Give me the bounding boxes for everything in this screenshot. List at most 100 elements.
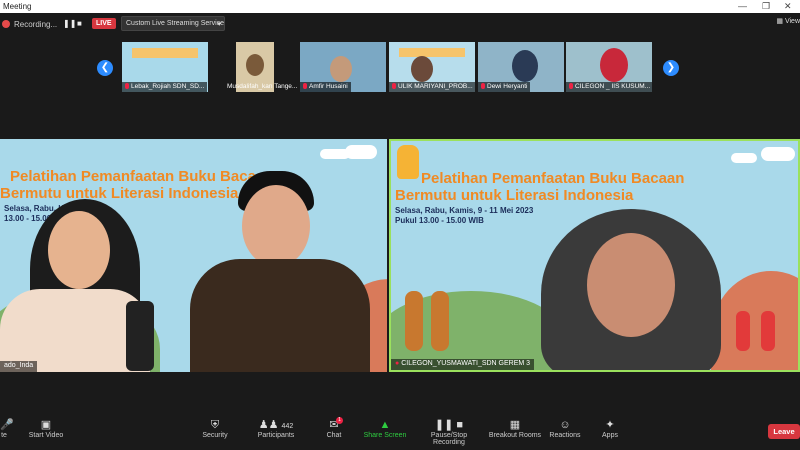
banner-title-line2: Bermutu untuk Literasi Indonesia <box>0 185 239 202</box>
person-shirt <box>190 259 370 372</box>
person-head <box>330 56 352 82</box>
toolbar-label: Start Video <box>28 432 64 439</box>
child-illustration <box>405 291 423 351</box>
leave-button[interactable]: Leave <box>768 424 800 439</box>
thumb-name: Musdalifah_kan Tange... <box>224 82 300 92</box>
pause-stop-icon: ❚❚ ■ <box>434 419 464 431</box>
thumb-banner <box>399 48 465 57</box>
participants-count: 442 <box>281 423 294 430</box>
stream-service-value: Custom Live Streaming Service <box>126 20 225 27</box>
person-head <box>512 50 538 82</box>
banner-title-line2: Bermutu untuk Literasi Indonesia <box>395 187 634 204</box>
recording-indicator: Recording... <box>0 17 57 31</box>
apps-button[interactable]: ✦ Apps <box>598 418 622 439</box>
person-head <box>600 48 628 82</box>
unmute-button[interactable]: 🎤 te <box>0 418 14 439</box>
reactions-button[interactable]: ☺ Reactions <box>548 418 582 439</box>
maximize-icon[interactable]: ❐ <box>762 1 770 12</box>
participant-thumbnail[interactable]: ULIK MARIYANI_PROB... <box>389 42 475 92</box>
cloud-decoration <box>731 153 757 163</box>
thumb-name: Dewi Heryanti <box>478 82 531 92</box>
recording-bar: Recording... ❚❚ ■ <box>0 15 800 33</box>
thumb-name-text: Dewi Heryanti <box>487 83 528 90</box>
participant-name-text: ado_Inda <box>4 362 34 369</box>
chevron-right-icon: ❯ <box>666 62 676 73</box>
child-illustration <box>761 311 775 351</box>
thumb-name: Lebak_Rojiah SDN_SD... <box>122 82 208 92</box>
thumb-banner <box>132 48 198 58</box>
participants-icon: ♟♟ 442 <box>258 419 294 431</box>
prev-page-button[interactable]: ❮ <box>97 60 113 76</box>
stream-service-select[interactable]: Custom Live Streaming Service ▾ <box>121 16 225 31</box>
person-face <box>242 185 310 267</box>
recording-status: Recording... <box>14 19 58 29</box>
security-button[interactable]: ⛨ Security <box>198 418 232 439</box>
share-screen-icon: ▲ <box>379 419 391 431</box>
participant-thumbnail[interactable]: CILEGON _ IIS KUSUM... <box>566 42 652 92</box>
breakout-rooms-button[interactable]: ▦ Breakout Rooms <box>488 418 542 439</box>
mic-muted-icon <box>303 83 307 89</box>
thumb-name: CILEGON _ IIS KUSUM... <box>566 82 652 92</box>
person-head <box>246 54 264 76</box>
thumb-name-text: ULIK MARIYANI_PROB... <box>398 83 473 90</box>
banner-title-line1: Pelatihan Pemanfaatan Buku Bacaan <box>421 170 685 187</box>
window-titlebar: Meeting — ❐ ✕ <box>0 0 800 13</box>
apps-icon: ✦ <box>605 419 615 431</box>
participant-name-label: ado_Inda <box>0 361 38 372</box>
shield-icon: ⛨ <box>210 419 220 431</box>
pause-stop-recording-button[interactable]: ❚❚ ■ Pause/Stop Recording <box>414 418 484 446</box>
video-off-icon: ▣ <box>40 419 52 431</box>
toolbar-label: Chat <box>326 432 342 439</box>
chevron-down-icon: ▾ <box>217 21 221 28</box>
toolbar-label: Pause/Stop Recording <box>430 432 468 446</box>
child-illustration <box>431 291 449 351</box>
video-tile-left[interactable]: Pelatihan Pemanfaatan Buku Bacaan Bermut… <box>0 139 387 372</box>
next-page-button[interactable]: ❯ <box>663 60 679 76</box>
toolbar-label: Share Screen <box>363 432 407 439</box>
chevron-left-icon: ❮ <box>100 62 110 73</box>
mic-muted-icon <box>569 83 573 89</box>
close-icon[interactable]: ✕ <box>784 1 792 12</box>
chat-badge: 1 <box>336 417 343 424</box>
smiley-icon: ☺ <box>559 419 571 431</box>
view-label: View <box>784 18 800 25</box>
breakout-rooms-icon: ▦ <box>509 419 521 431</box>
start-video-button[interactable]: ▣ Start Video <box>26 418 66 439</box>
window-title: Meeting <box>3 2 32 11</box>
hand-icon <box>397 145 419 179</box>
toolbar-label: Security <box>202 432 228 439</box>
mic-muted-icon <box>481 83 485 89</box>
toolbar-label: Apps <box>602 432 618 439</box>
thumb-name-text: Musdalifah_kan Tange... <box>227 83 298 90</box>
participant-name-label: ● CILEGON_YUSMAWATI_SDN GEREM 3 <box>391 359 535 370</box>
thumb-name-text: Lebak_Rojiah SDN_SD... <box>131 83 205 90</box>
video-tile-right-active-speaker[interactable]: Pelatihan Pemanfaatan Buku Bacaan Bermut… <box>389 139 800 372</box>
banner-time: Pukul 13.00 - 15.00 WIB <box>395 216 484 225</box>
banner-title-line1: Pelatihan Pemanfaatan Buku Bacaan <box>10 168 274 185</box>
view-button[interactable]: ▦ View <box>776 17 800 25</box>
participants-button[interactable]: ♟♟ 442 Participants <box>252 418 300 439</box>
person-face <box>587 233 675 337</box>
person-face <box>48 211 110 289</box>
participant-name-text: CILEGON_YUSMAWATI_SDN GEREM 3 <box>401 360 531 367</box>
thumb-name: Amfir Husaini <box>300 82 351 92</box>
toolbar-label: Breakout Rooms <box>488 432 542 439</box>
toolbar-label: Participants <box>257 432 295 439</box>
share-screen-button[interactable]: ▲ Share Screen <box>362 418 408 439</box>
minimize-icon[interactable]: — <box>738 1 747 11</box>
record-dot-icon <box>2 20 10 28</box>
thumb-name-text: CILEGON _ IIS KUSUM... <box>575 83 651 90</box>
participant-thumbnail[interactable]: Amfir Husaini <box>300 42 386 92</box>
cloud-decoration <box>761 147 795 161</box>
participant-thumbnail[interactable]: Dewi Heryanti <box>478 42 564 92</box>
pause-icon[interactable]: ❚❚ <box>63 19 76 28</box>
person-head <box>411 56 433 82</box>
thumb-name-text: Amfir Husaini <box>309 83 348 90</box>
child-illustration <box>736 311 750 351</box>
microphone-icon: 🎤 <box>0 419 14 431</box>
stop-icon[interactable]: ■ <box>77 19 82 28</box>
participant-thumbnail[interactable]: Lebak_Rojiah SDN_SD... <box>122 42 208 92</box>
hill-decoration <box>711 271 798 370</box>
microphone-icon <box>126 301 154 371</box>
cloud-decoration <box>345 145 377 159</box>
